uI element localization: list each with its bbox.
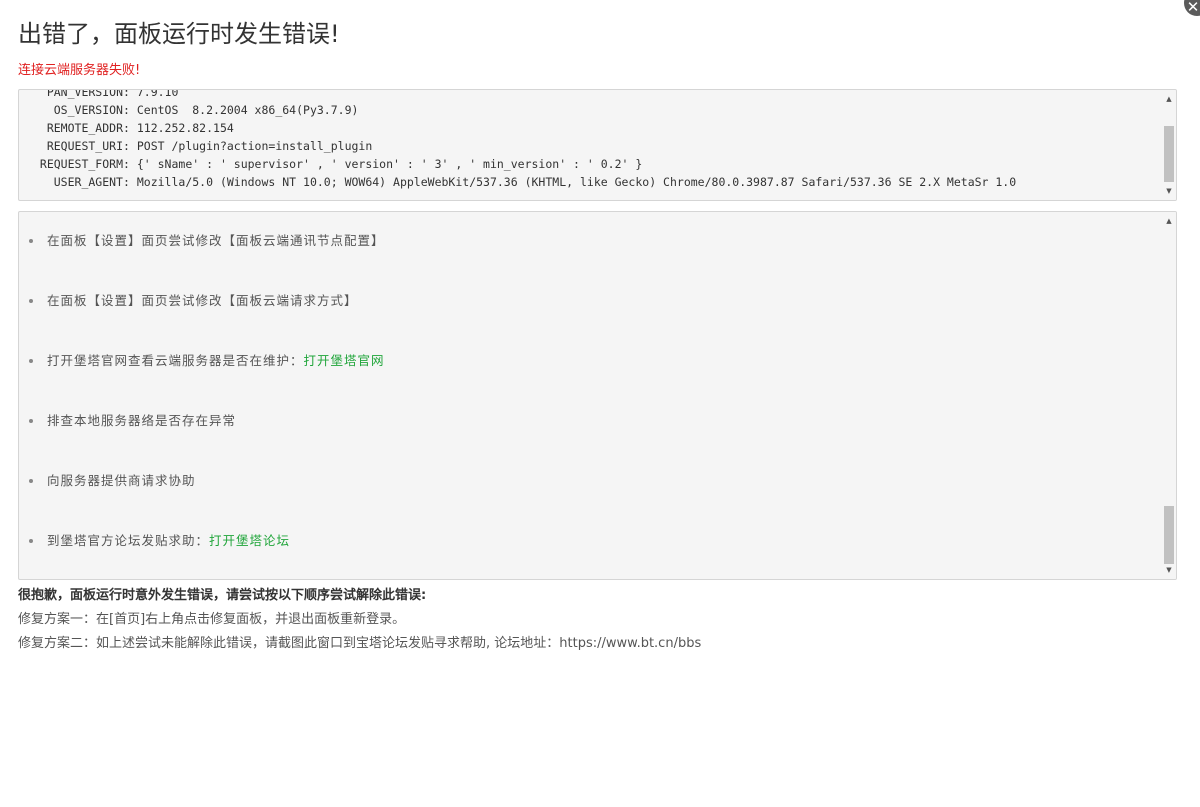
scroll-down-icon[interactable]: ▼: [1162, 563, 1176, 577]
bullet-icon: [29, 298, 33, 303]
bullet-icon: [29, 238, 33, 243]
trace-line: REMOTE_ADDR: 112.252.82.154: [19, 119, 1161, 137]
page-title: 出错了，面板运行时发生错误!: [18, 20, 340, 48]
error-trace-lines: PAN_VERSION: 7.9.10 OS_VERSION: CentOS 8…: [19, 89, 1161, 191]
list-item: 排查本地服务器络是否存在异常: [29, 411, 236, 431]
bullet-icon: [29, 478, 33, 483]
tip-text: 打开堡塔官网查看云端服务器是否在维护：: [47, 353, 304, 368]
bullet-icon: [29, 538, 33, 543]
trace-value: {' sName' : ' supervisor' , ' version' :…: [136, 157, 643, 171]
trace-key: REMOTE_ADDR: [46, 121, 123, 135]
list-item: 在面板【设置】面页尝试修改【面板云端请求方式】: [29, 291, 358, 311]
trace-key: OS_VERSION: [53, 103, 123, 117]
list-item: 打开堡塔官网查看云端服务器是否在维护：打开堡塔官网: [29, 351, 385, 371]
trace-line: PAN_VERSION: 7.9.10: [19, 89, 1161, 101]
trace-scroll-thumb[interactable]: [1164, 126, 1174, 182]
tip-text: 在面板【设置】面页尝试修改【面板云端请求方式】: [47, 293, 358, 308]
trace-value: CentOS 8.2.2004 x86_64(Py3.7.9): [136, 103, 359, 117]
list-item: 在面板【设置】面页尝试修改【面板云端通讯节点配置】: [29, 231, 385, 251]
trace-key: REQUEST_URI: [46, 139, 123, 153]
trace-scrollbar[interactable]: ▲ ▼: [1162, 90, 1176, 200]
list-item: 向服务器提供商请求协助: [29, 471, 196, 491]
bullet-icon: [29, 418, 33, 423]
trace-value: 7.9.10: [136, 89, 179, 99]
close-button[interactable]: ✕: [1184, 0, 1200, 16]
bullet-icon: [29, 358, 33, 363]
trace-key: USER_AGENT: [53, 175, 123, 189]
trace-line: REQUEST_FORM: {' sName' : ' supervisor' …: [19, 155, 1161, 173]
trace-line: USER_AGENT: Mozilla/5.0 (Windows NT 10.0…: [19, 173, 1161, 191]
tips-scroll-thumb[interactable]: [1164, 506, 1174, 564]
open-official-site-link[interactable]: 打开堡塔官网: [304, 353, 385, 368]
troubleshooting-panel[interactable]: 在面板【设置】面页尝试修改【面板云端通讯节点配置】 在面板【设置】面页尝试修改【…: [18, 211, 1177, 580]
open-forum-link[interactable]: 打开堡塔论坛: [209, 533, 290, 548]
trace-value: POST /plugin?action=install_plugin: [136, 139, 373, 153]
scroll-down-icon[interactable]: ▼: [1162, 184, 1176, 198]
footer-help: 很抱歉，面板运行时意外发生错误，请尝试按以下顺序尝试解除此错误: 修复方案一：在…: [18, 584, 701, 656]
trace-value: Mozilla/5.0 (Windows NT 10.0; WOW64) App…: [136, 175, 1017, 189]
tip-text: 向服务器提供商请求协助: [47, 473, 196, 488]
tips-scrollbar[interactable]: ▲ ▼: [1162, 212, 1176, 579]
tip-text: 到堡塔官方论坛发贴求助：: [47, 533, 210, 548]
trace-value: 112.252.82.154: [136, 121, 234, 135]
list-item: 到堡塔官方论坛发贴求助：打开堡塔论坛: [29, 531, 290, 551]
tip-text: 在面板【设置】面页尝试修改【面板云端通讯节点配置】: [47, 233, 385, 248]
scroll-up-icon[interactable]: ▲: [1162, 214, 1176, 228]
fix-option-1: 修复方案一：在[首页]右上角点击修复面板，并退出面板重新登录。: [18, 612, 406, 627]
fix-option-2: 修复方案二：如上述尝试未能解除此错误，请截图此窗口到宝塔论坛发贴寻求帮助, 论坛…: [18, 636, 702, 651]
trace-key: REQUEST_FORM: [39, 157, 123, 171]
tip-text: 排查本地服务器络是否存在异常: [47, 413, 237, 428]
error-message: 连接云端服务器失败!: [18, 63, 141, 78]
scroll-up-icon[interactable]: ▲: [1162, 92, 1176, 106]
error-trace-panel[interactable]: PAN_VERSION: 7.9.10 OS_VERSION: CentOS 8…: [18, 89, 1177, 201]
trace-line: OS_VERSION: CentOS 8.2.2004 x86_64(Py3.7…: [19, 101, 1161, 119]
close-icon: ✕: [1186, 0, 1200, 16]
trace-line: REQUEST_URI: POST /plugin?action=install…: [19, 137, 1161, 155]
footer-heading: 很抱歉，面板运行时意外发生错误，请尝试按以下顺序尝试解除此错误:: [18, 588, 427, 603]
trace-key: PAN_VERSION: [46, 89, 123, 99]
